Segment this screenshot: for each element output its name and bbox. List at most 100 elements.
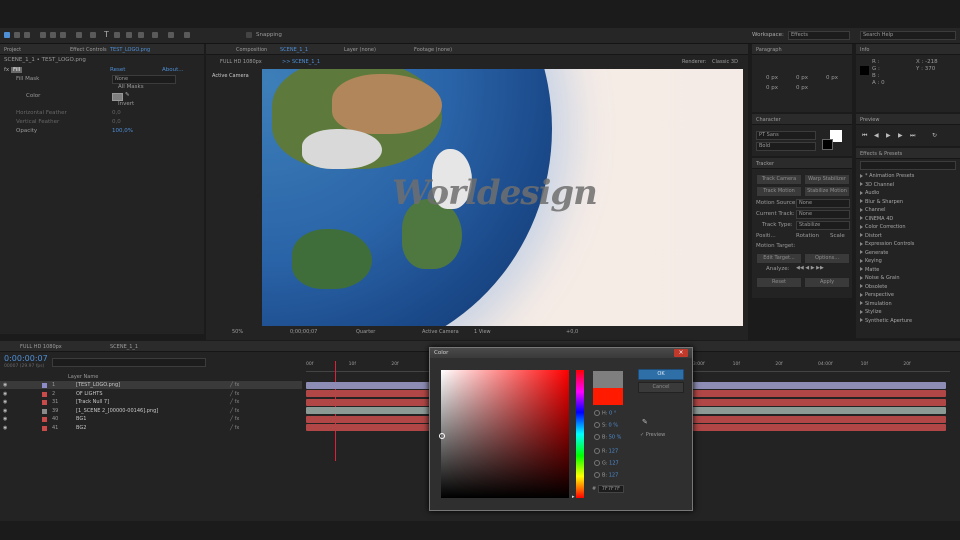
- tab-layer[interactable]: Layer (none): [344, 46, 376, 54]
- layer-switches[interactable]: ╱ fx: [230, 415, 239, 423]
- apply-button[interactable]: Apply: [804, 277, 850, 288]
- track-motion-button[interactable]: Track Motion: [756, 186, 802, 197]
- stabilize-motion-button[interactable]: Stabilize Motion: [804, 186, 850, 197]
- zoom-tool-icon[interactable]: [24, 32, 30, 38]
- roto-brush-tool-icon[interactable]: [152, 32, 158, 38]
- visibility-eye-icon[interactable]: ◉: [3, 398, 7, 406]
- current-track-select[interactable]: None: [796, 210, 850, 219]
- composition-viewer[interactable]: Worldesign: [262, 69, 743, 326]
- edit-target-button[interactable]: Edit Target...: [756, 253, 802, 264]
- saturation-brightness-field[interactable]: [441, 370, 569, 498]
- loop-icon[interactable]: ↻: [932, 132, 937, 139]
- horizontal-feather-value[interactable]: 0,0: [112, 109, 121, 117]
- tab-effects-presets[interactable]: Effects & Presets: [860, 150, 902, 158]
- selection-tool-icon[interactable]: [4, 32, 10, 38]
- effect-category[interactable]: * Animation Presets: [860, 172, 914, 180]
- reset-button[interactable]: Reset: [756, 277, 802, 288]
- eyedropper-icon[interactable]: ✎: [125, 92, 130, 98]
- tab-character[interactable]: Character: [756, 116, 781, 124]
- effect-category[interactable]: Expression Controls: [860, 240, 914, 248]
- space-before-value[interactable]: 0 px: [766, 84, 778, 92]
- close-icon[interactable]: ×: [674, 349, 688, 357]
- saturation-value[interactable]: 0 %: [608, 423, 618, 429]
- tab-tracker[interactable]: Tracker: [756, 160, 774, 168]
- about-link[interactable]: About...: [162, 66, 184, 74]
- effect-category[interactable]: Keying: [860, 257, 882, 265]
- subtab-full-hd[interactable]: FULL HD 1080px: [220, 58, 262, 66]
- cancel-button[interactable]: Cancel: [638, 382, 684, 393]
- indent-first-value[interactable]: 0 px: [796, 74, 808, 82]
- mask-tool-icon[interactable]: [76, 32, 82, 38]
- effect-category[interactable]: Distort: [860, 232, 882, 240]
- eyedropper-icon[interactable]: ✎: [642, 418, 648, 426]
- ok-button[interactable]: OK: [638, 369, 684, 380]
- position-checkbox[interactable]: Positi...: [756, 232, 776, 240]
- effect-category[interactable]: Simulation: [860, 300, 892, 308]
- timeline-timecode[interactable]: 0:00:00:07: [4, 355, 48, 363]
- camera-tool-icon[interactable]: [50, 32, 56, 38]
- tab-footage[interactable]: Footage (none): [414, 46, 452, 54]
- tab-full-hd[interactable]: FULL HD 1080px: [20, 343, 62, 351]
- resolution-select[interactable]: Quarter: [356, 328, 375, 336]
- prev-frame-icon[interactable]: ◀: [874, 132, 879, 139]
- tab-effect-controls[interactable]: Effect Controls: [70, 46, 107, 54]
- layer-switches[interactable]: ╱ fx: [230, 424, 239, 432]
- tab-preview[interactable]: Preview: [860, 116, 879, 124]
- first-frame-icon[interactable]: ⏮: [862, 132, 867, 140]
- saturation-field[interactable]: S: 0 %: [594, 422, 618, 429]
- puppet-pin-tool-icon[interactable]: [168, 32, 174, 38]
- brush-tool-icon[interactable]: [114, 32, 120, 38]
- font-family-select[interactable]: PT Sans: [756, 131, 816, 140]
- layer-switches[interactable]: ╱ fx: [230, 398, 239, 406]
- layer-name[interactable]: [TEST_LOGO.png]: [76, 381, 120, 389]
- visibility-eye-icon[interactable]: ◉: [3, 407, 7, 415]
- zoom-select[interactable]: 50%: [232, 328, 243, 336]
- tab-scene[interactable]: SCENE_1_1: [110, 343, 138, 351]
- layer-name[interactable]: [1_SCENE 2_[00000-00146].png]: [76, 407, 158, 415]
- brightness-field[interactable]: B: 50 %: [594, 434, 621, 441]
- green-field[interactable]: G: 127: [594, 460, 619, 467]
- motion-source-select[interactable]: None: [796, 199, 850, 208]
- layer-row[interactable]: ◉ 41 BG2 ╱ fx: [0, 424, 302, 432]
- effect-category[interactable]: 3D Channel: [860, 181, 894, 189]
- fx-icon[interactable]: fx: [4, 67, 11, 73]
- visibility-eye-icon[interactable]: ◉: [3, 415, 7, 423]
- renderer-value[interactable]: Classic 3D: [712, 58, 738, 66]
- analyze-controls-icon[interactable]: ◀◀ ◀ ▶ ▶▶: [796, 265, 824, 271]
- all-masks-checkbox[interactable]: All Masks: [118, 83, 144, 91]
- red-value[interactable]: 127: [609, 449, 619, 455]
- hue-field[interactable]: H: 0 °: [594, 410, 616, 417]
- tab-project[interactable]: Project: [4, 46, 21, 54]
- effect-category[interactable]: CINEMA 4D: [860, 215, 893, 223]
- timeline-search-input[interactable]: [52, 358, 206, 367]
- brightness-value[interactable]: 50 %: [609, 435, 622, 441]
- layer-label-color[interactable]: [42, 425, 47, 431]
- font-style-select[interactable]: Bold: [756, 142, 816, 151]
- layer-name[interactable]: BG2: [76, 424, 86, 432]
- play-icon[interactable]: ▶: [886, 132, 891, 139]
- space-after-value[interactable]: 0 px: [796, 84, 808, 92]
- visibility-eye-icon[interactable]: ◉: [3, 390, 7, 398]
- layer-label-color[interactable]: [42, 391, 47, 397]
- layer-label-color[interactable]: [42, 383, 47, 388]
- reset-link[interactable]: Reset: [110, 66, 125, 74]
- snapping-checkbox[interactable]: [246, 32, 252, 38]
- scale-checkbox[interactable]: Scale: [830, 232, 845, 240]
- layer-label-color[interactable]: [42, 408, 47, 414]
- effect-category[interactable]: Generate: [860, 249, 888, 257]
- green-value[interactable]: 127: [609, 461, 619, 467]
- rotation-tool-icon[interactable]: [40, 32, 46, 38]
- invert-checkbox[interactable]: Invert: [118, 100, 134, 108]
- vertical-feather-value[interactable]: 0,0: [112, 118, 121, 126]
- logo-text[interactable]: Worldesign: [392, 173, 598, 213]
- layer-row[interactable]: ◉ 39 [1_SCENE 2_[00000-00146].png] ╱ fx: [0, 407, 302, 415]
- effect-category[interactable]: Stylize: [860, 308, 882, 316]
- tab-info[interactable]: Info: [860, 46, 869, 54]
- warp-stabilizer-button[interactable]: Warp Stabilizer: [804, 174, 850, 185]
- next-frame-icon[interactable]: ▶: [898, 132, 903, 139]
- camera-select[interactable]: Active Camera: [422, 328, 459, 336]
- track-camera-button[interactable]: Track Camera: [756, 174, 802, 185]
- layer-name[interactable]: [Track Null 7]: [76, 398, 109, 406]
- layer-row[interactable]: ◉ 40 BG1 ╱ fx: [0, 415, 302, 423]
- subtab-scene[interactable]: >> SCENE_1_1: [282, 58, 320, 66]
